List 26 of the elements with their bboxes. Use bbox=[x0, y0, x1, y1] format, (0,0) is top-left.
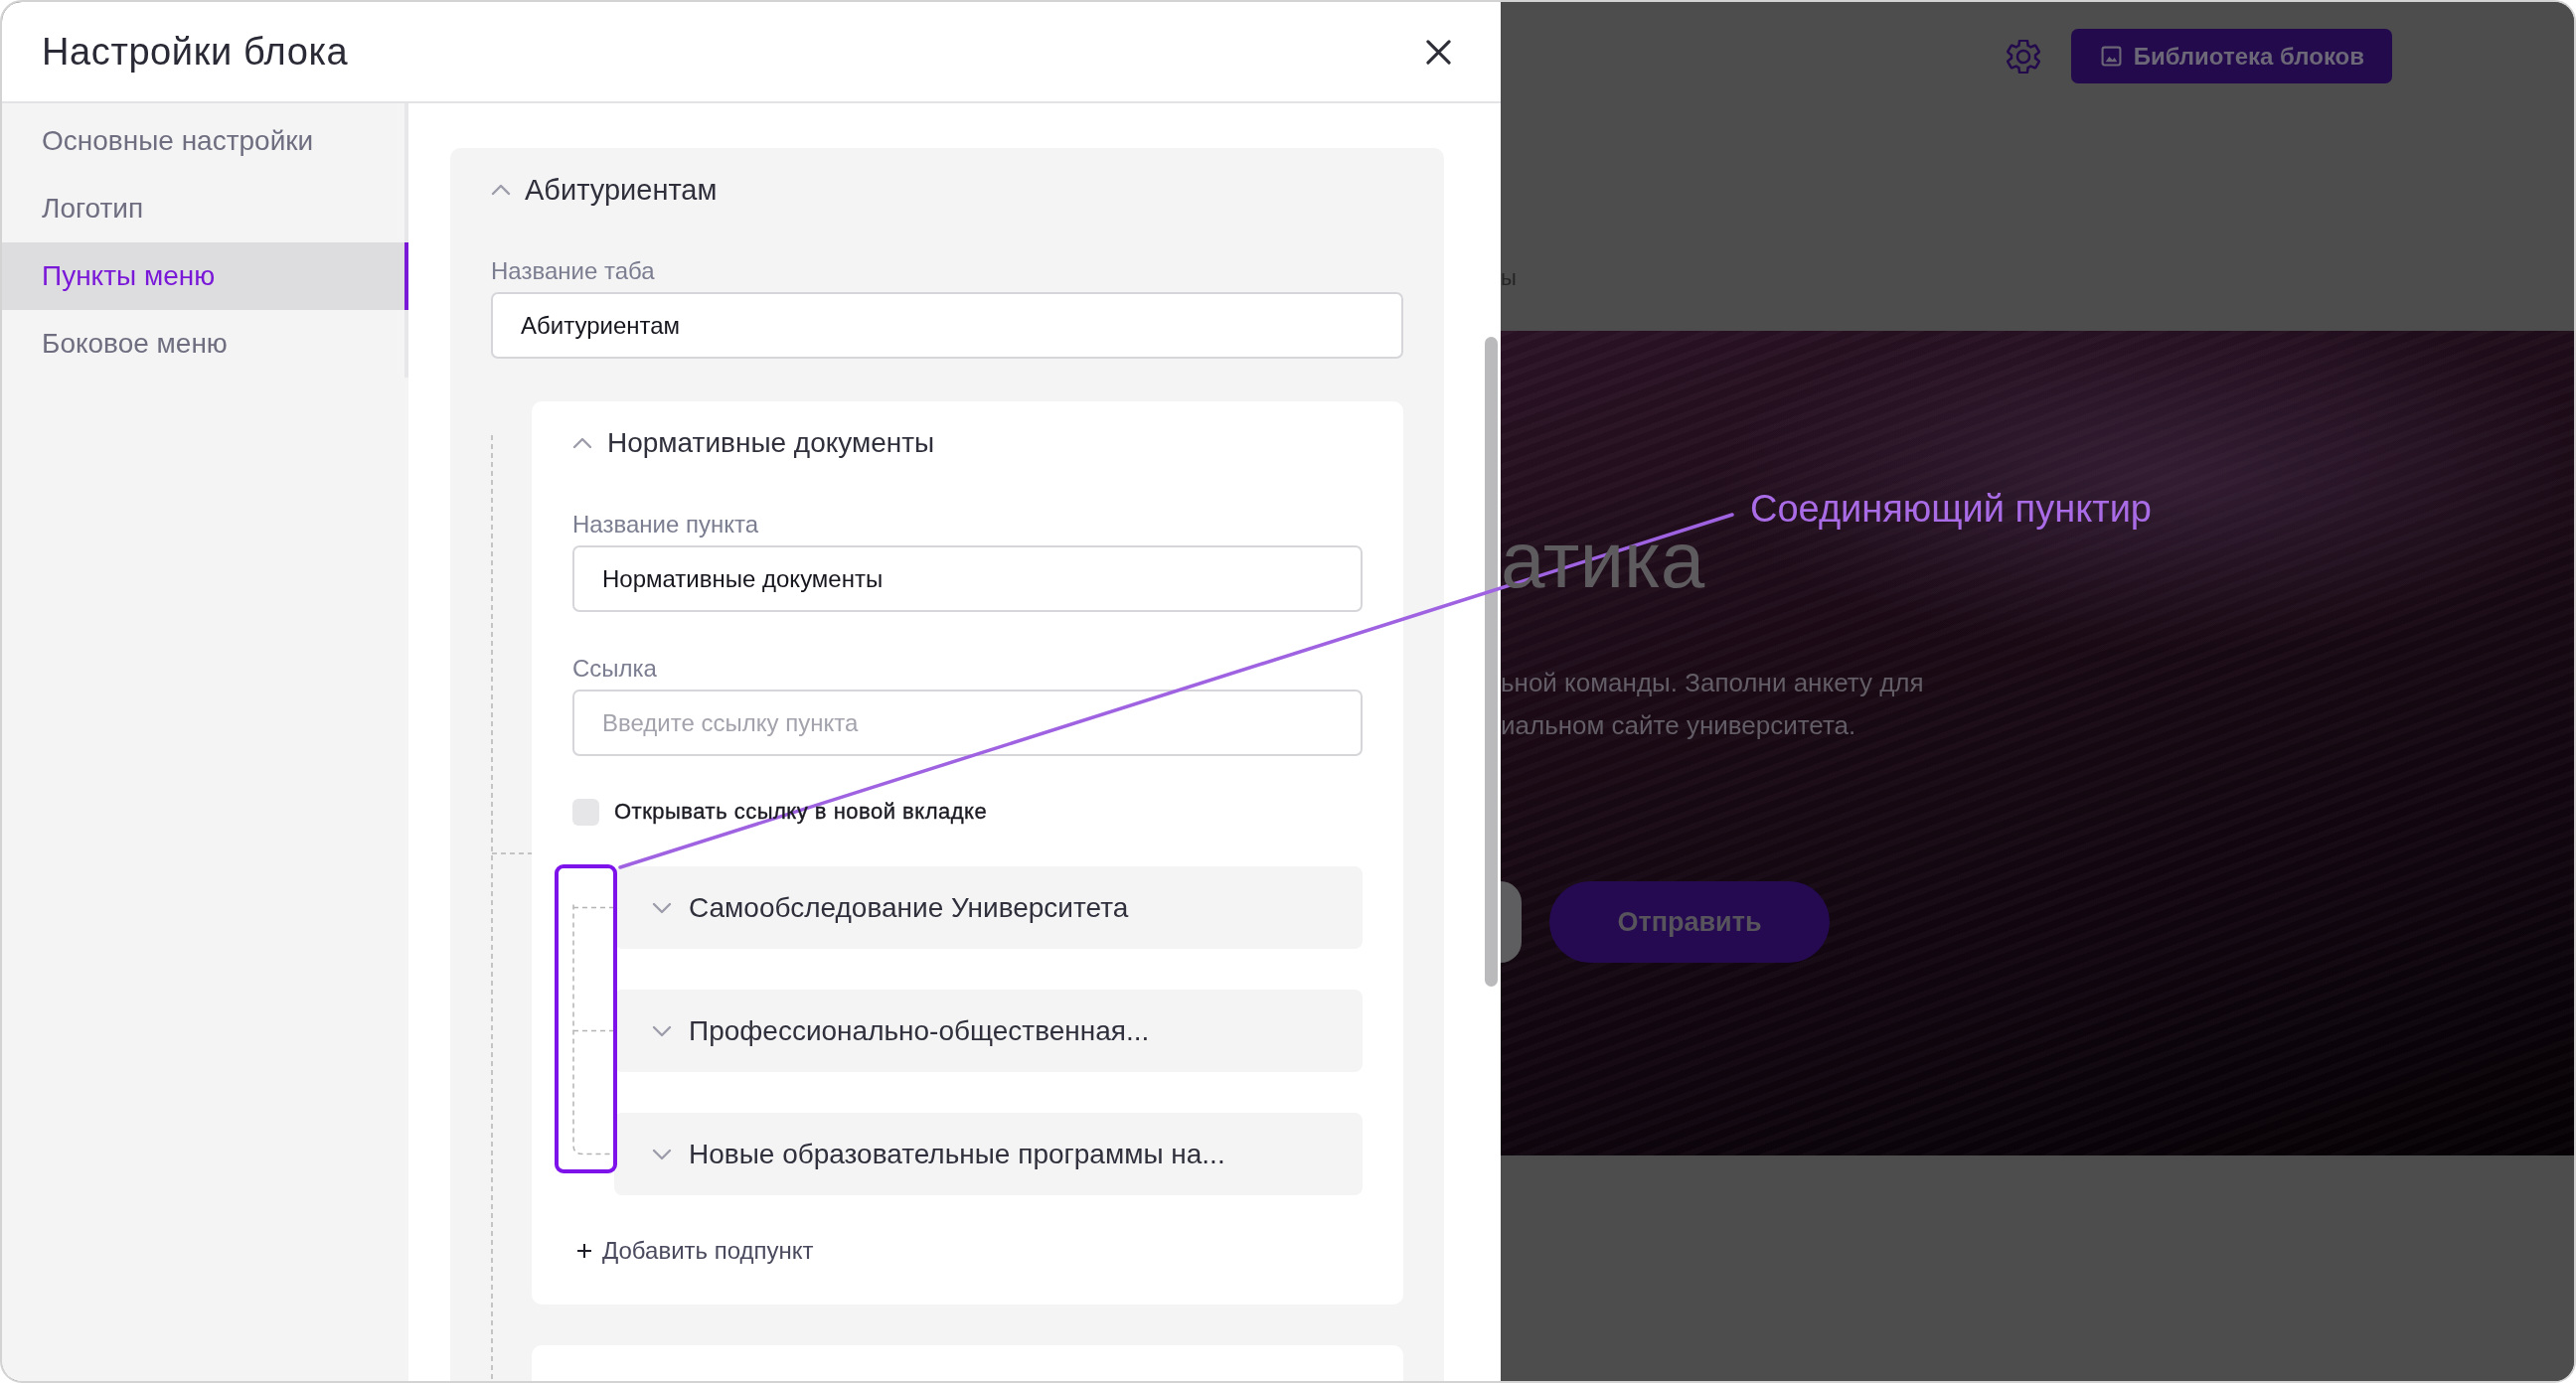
scrollbar-thumb[interactable] bbox=[1485, 337, 1498, 987]
image-icon bbox=[2100, 46, 2122, 67]
sidebar-item[interactable]: Логотип bbox=[2, 175, 408, 242]
close-icon[interactable] bbox=[1426, 39, 1451, 65]
checkbox[interactable] bbox=[572, 798, 599, 826]
sidebar-item[interactable]: Основные настройки bbox=[2, 107, 408, 175]
input-field[interactable]: Абитуриентам bbox=[491, 292, 1403, 359]
annotation-label: Соединяющий пунктир bbox=[1750, 487, 2152, 531]
input-field[interactable]: Нормативные документы bbox=[572, 545, 1363, 612]
section-header[interactable]: Абитуриентам bbox=[491, 148, 718, 231]
modal-title: Настройки блока bbox=[42, 30, 349, 74]
sidebar-item[interactable]: Боковое меню bbox=[2, 310, 408, 378]
hero-paragraph: ьной команды. Заполни анкету для иальном сайте университета. bbox=[1501, 667, 1924, 742]
subitem-row[interactable]: Новые образовательные программы на... bbox=[614, 1113, 1363, 1195]
input-field[interactable]: Введите ссылку пункта bbox=[572, 690, 1363, 756]
plus-icon bbox=[576, 1243, 592, 1259]
round-button[interactable] bbox=[1501, 881, 1522, 963]
subitem-row[interactable]: Самообследование Университета bbox=[614, 866, 1363, 949]
sidebar-item[interactable]: Пункты меню bbox=[2, 242, 408, 310]
field-label: Ссылка bbox=[572, 654, 657, 684]
add-subitem-button[interactable]: Добавить подпункт bbox=[572, 1236, 814, 1266]
field-label: Название таба bbox=[491, 256, 655, 286]
field-label: Название пункта bbox=[572, 510, 758, 539]
menu-item-header[interactable]: Нормативные документы bbox=[572, 401, 935, 485]
settings-icon[interactable] bbox=[2006, 39, 2040, 74]
subitem-row[interactable]: Профессионально-общественная... bbox=[614, 990, 1363, 1072]
